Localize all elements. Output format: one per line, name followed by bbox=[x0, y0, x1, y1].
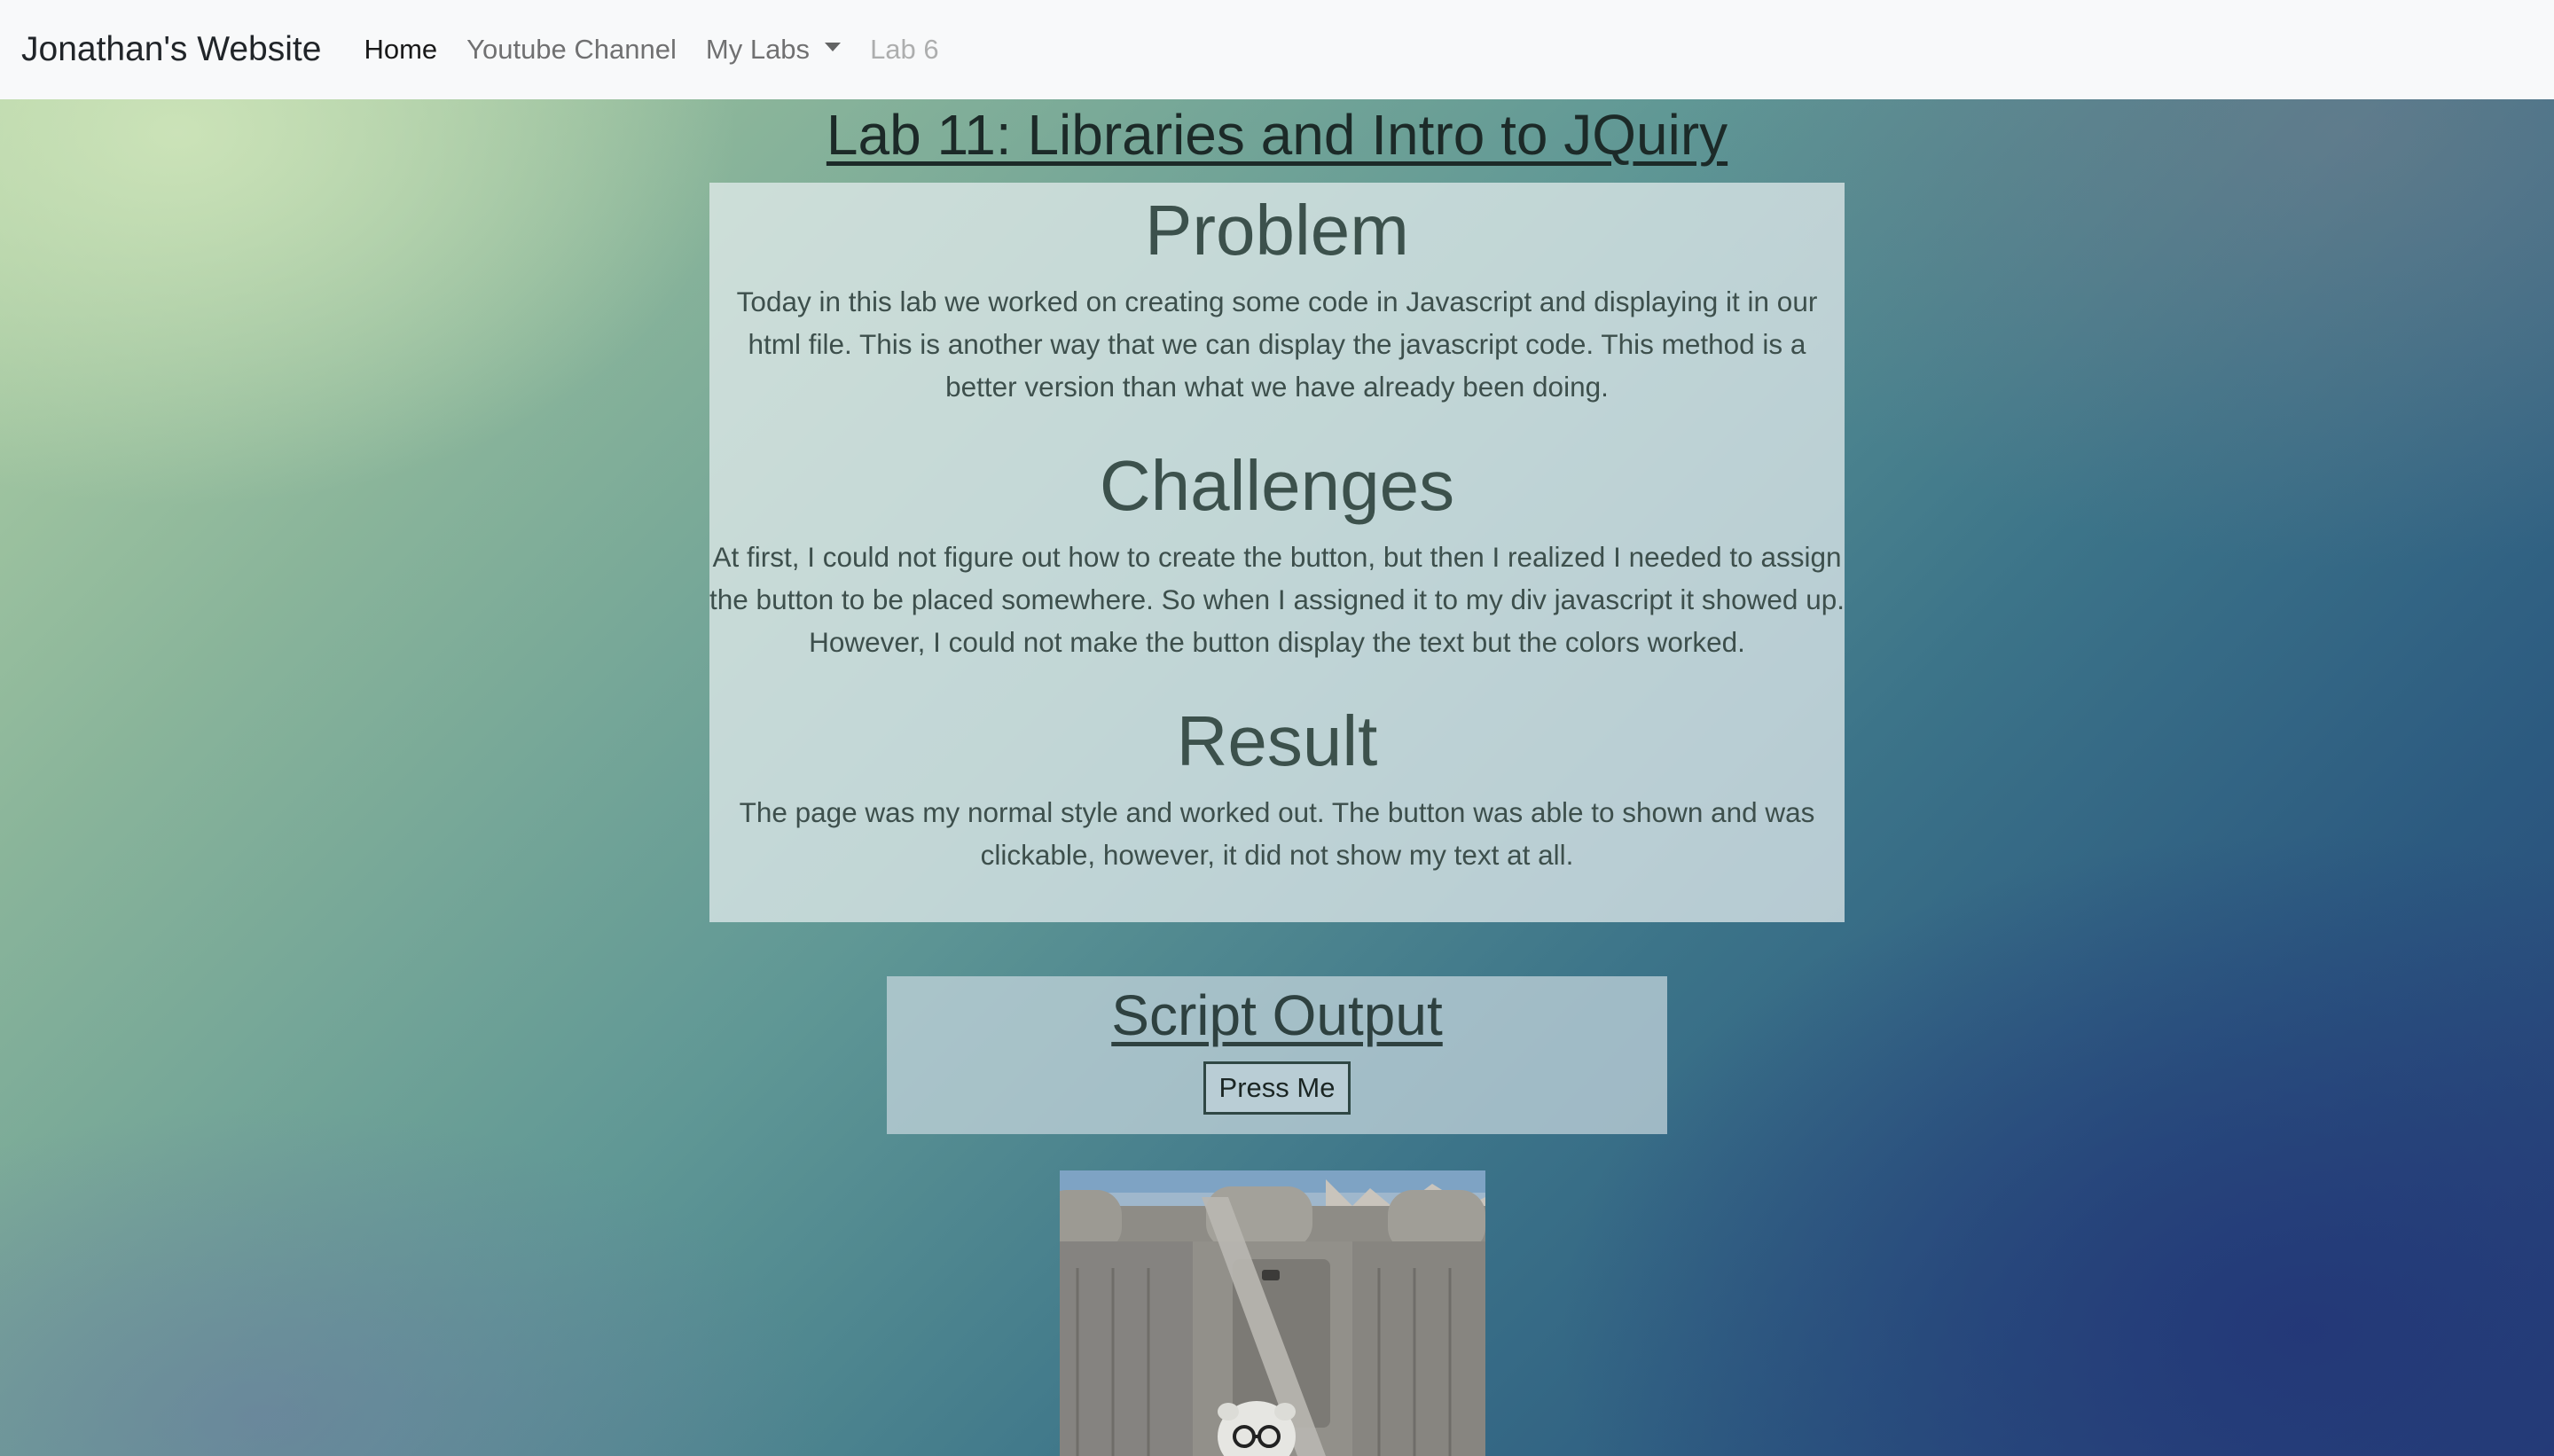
script-output-title: Script Output bbox=[1111, 983, 1443, 1047]
section-heading-result: Result bbox=[1176, 701, 1378, 780]
car-seat-photo bbox=[1060, 1170, 1485, 1456]
nav-link-home[interactable]: Home bbox=[364, 34, 437, 66]
section-heading-problem: Problem bbox=[1145, 191, 1409, 270]
section-heading-challenges: Challenges bbox=[1099, 446, 1455, 525]
content-card: Problem Today in this lab we worked on c… bbox=[709, 183, 1845, 922]
page-title: Lab 11: Libraries and Intro to JQuiry bbox=[826, 103, 1728, 167]
section-text-result: The page was my normal style and worked … bbox=[739, 796, 1815, 871]
section-text-problem: Today in this lab we worked on creating … bbox=[736, 286, 1818, 403]
caret-down-icon bbox=[825, 43, 842, 51]
navbar-brand[interactable]: Jonathan's Website bbox=[21, 30, 321, 69]
press-me-button[interactable]: Press Me bbox=[1203, 1061, 1351, 1115]
section-text-challenges: At first, I could not figure out how to … bbox=[709, 541, 1845, 658]
nav-link-lab-6: Lab 6 bbox=[870, 34, 939, 65]
script-output-card: Script Output Press Me bbox=[887, 976, 1667, 1134]
nav-dropdown-my-labs-label: My Labs bbox=[705, 34, 811, 65]
nav-dropdown-my-labs[interactable]: My Labs bbox=[705, 34, 842, 66]
navbar: Jonathan's Website Home Youtube Channel … bbox=[0, 0, 2554, 99]
nav-link-youtube-channel[interactable]: Youtube Channel bbox=[466, 34, 677, 66]
